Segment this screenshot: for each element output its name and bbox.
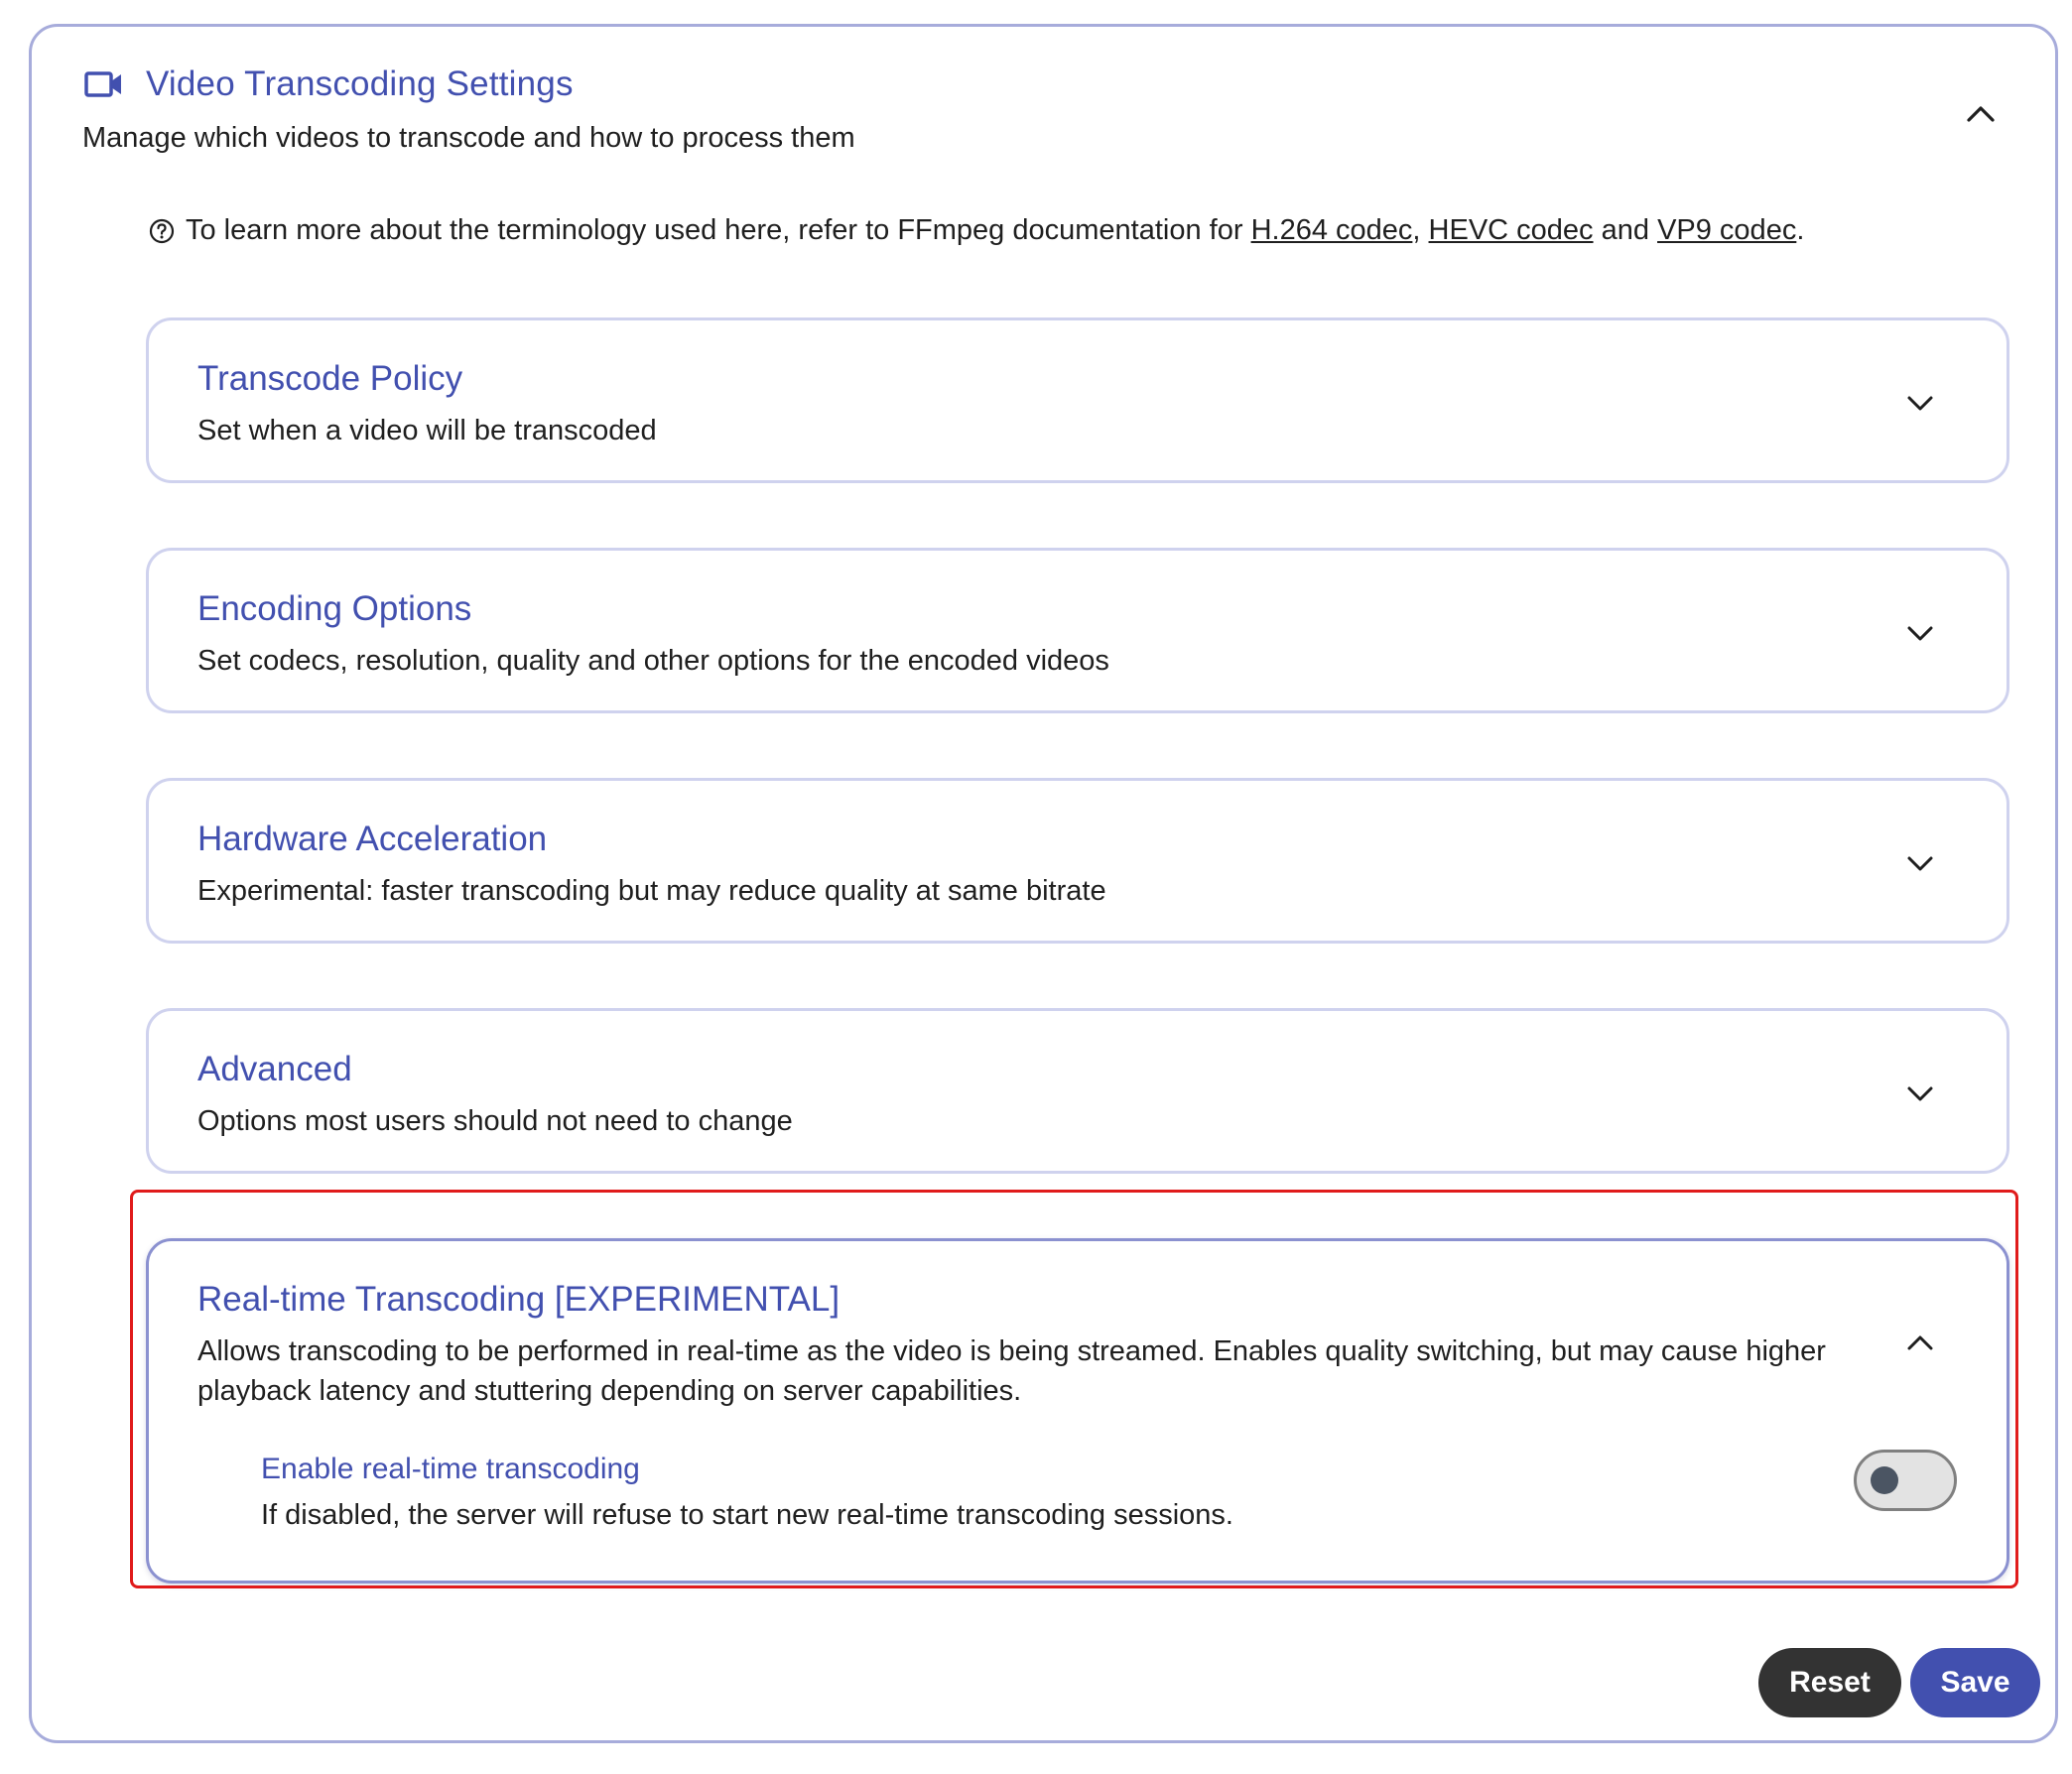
panel-title: Video Transcoding Settings — [146, 64, 574, 103]
reset-button[interactable]: Reset — [1758, 1648, 1901, 1717]
section-hardware-acceleration[interactable]: Hardware Acceleration Experimental: fast… — [146, 778, 2009, 944]
save-button[interactable]: Save — [1910, 1648, 2040, 1717]
chevron-up-icon[interactable] — [1961, 94, 2001, 134]
info-text: To learn more about the terminology used… — [186, 214, 1243, 246]
chevron-down-icon[interactable] — [1901, 614, 1939, 652]
vp9-codec-link[interactable]: VP9 codec — [1657, 214, 1796, 247]
section-title: Encoding Options — [197, 589, 472, 628]
video-camera-icon — [84, 71, 121, 97]
section-title: Advanced — [197, 1050, 352, 1088]
panel-header: Video Transcoding Settings Manage which … — [82, 64, 855, 155]
section-encoding-options[interactable]: Encoding Options Set codecs, resolution,… — [146, 548, 2009, 713]
info-separator: , — [1412, 214, 1421, 246]
panel-subtitle: Manage which videos to transcode and how… — [82, 122, 855, 154]
section-title: Transcode Policy — [197, 359, 463, 398]
section-description: Set when a video will be transcoded — [197, 415, 657, 446]
info-end: . — [1796, 214, 1805, 246]
info-and: and — [1601, 214, 1649, 246]
h264-codec-link[interactable]: H.264 codec — [1251, 214, 1413, 247]
section-title: Hardware Acceleration — [197, 820, 548, 858]
highlight-box — [130, 1190, 2018, 1588]
terminology-info: To learn more about the terminology used… — [148, 214, 1804, 247]
section-description: Options most users should not need to ch… — [197, 1105, 793, 1137]
panel-title-row: Video Transcoding Settings — [82, 64, 855, 104]
help-circle-icon — [149, 218, 175, 243]
hevc-codec-link[interactable]: HEVC codec — [1429, 214, 1594, 247]
section-advanced[interactable]: Advanced Options most users should not n… — [146, 1008, 2009, 1174]
chevron-down-icon[interactable] — [1901, 1075, 1939, 1112]
section-description: Set codecs, resolution, quality and othe… — [197, 645, 1109, 677]
chevron-down-icon[interactable] — [1901, 384, 1939, 422]
chevron-down-icon[interactable] — [1901, 844, 1939, 882]
section-transcode-policy[interactable]: Transcode Policy Set when a video will b… — [146, 317, 2009, 483]
section-description: Experimental: faster transcoding but may… — [197, 875, 1106, 907]
